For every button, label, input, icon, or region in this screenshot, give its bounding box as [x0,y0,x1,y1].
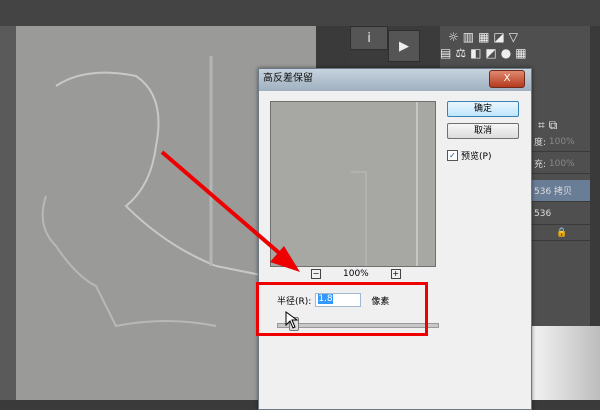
annotation-arrow [160,150,300,272]
mouse-cursor-icon [285,311,299,329]
